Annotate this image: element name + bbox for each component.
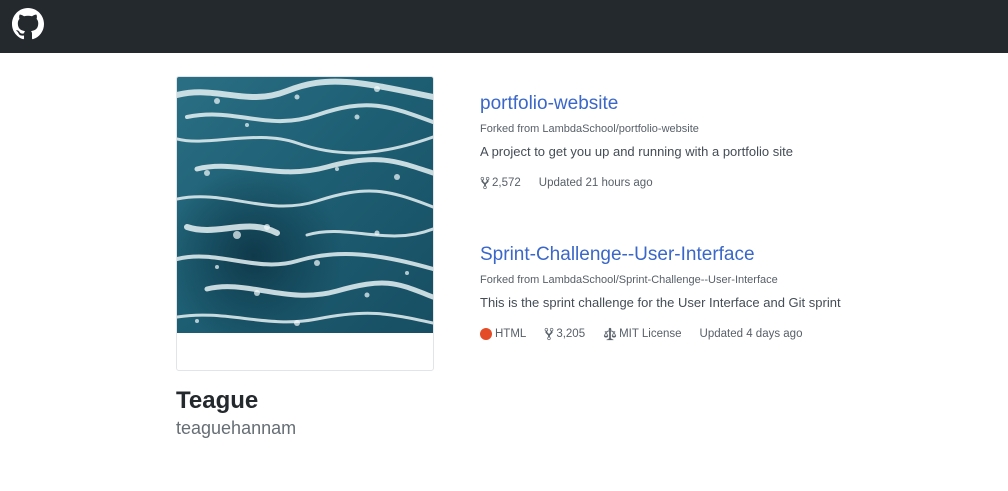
repo-forks[interactable]: 3,205: [544, 326, 585, 342]
repo-description: This is the sprint challenge for the Use…: [480, 295, 841, 310]
avatar-ocean-image[interactable]: [177, 77, 433, 333]
repo-forks[interactable]: 2,572: [480, 175, 521, 191]
repo-title-link[interactable]: portfolio-website: [480, 92, 618, 116]
repo-meta: HTML 3,205 MIT License Updated 4 days ag…: [480, 326, 980, 342]
github-logo-icon[interactable]: [12, 8, 44, 40]
repo-forked-from: Forked from LambdaSchool/Sprint-Challeng…: [480, 274, 778, 286]
repo-forked-from: Forked from LambdaSchool/portfolio-websi…: [480, 123, 699, 135]
repo-card: portfolio-website Forked from LambdaScho…: [480, 92, 980, 191]
repo-description: A project to get you up and running with…: [480, 144, 793, 159]
repo-meta: 2,572 Updated 21 hours ago: [480, 175, 980, 191]
law-scale-icon: [603, 327, 617, 341]
repo-language: HTML: [480, 326, 526, 342]
repo-title-link[interactable]: Sprint-Challenge--User-Interface: [480, 243, 755, 267]
language-name: HTML: [495, 328, 527, 340]
language-color-dot: [480, 328, 492, 340]
repo-updated: Updated 4 days ago: [699, 328, 803, 340]
fork-icon: [480, 176, 490, 190]
repo-card: Sprint-Challenge--User-Interface Forked …: [480, 243, 980, 342]
avatar-card: [176, 76, 434, 371]
fork-count: 2,572: [492, 177, 521, 189]
repo-updated: Updated 21 hours ago: [538, 177, 653, 189]
profile-username: teaguehannam: [176, 418, 297, 438]
fork-icon: [544, 327, 554, 341]
fork-count: 3,205: [556, 328, 586, 340]
repo-license: MIT License: [603, 326, 682, 342]
profile-name: Teague: [176, 387, 259, 414]
license-name: MIT License: [619, 328, 682, 340]
top-navbar: [0, 0, 1008, 53]
